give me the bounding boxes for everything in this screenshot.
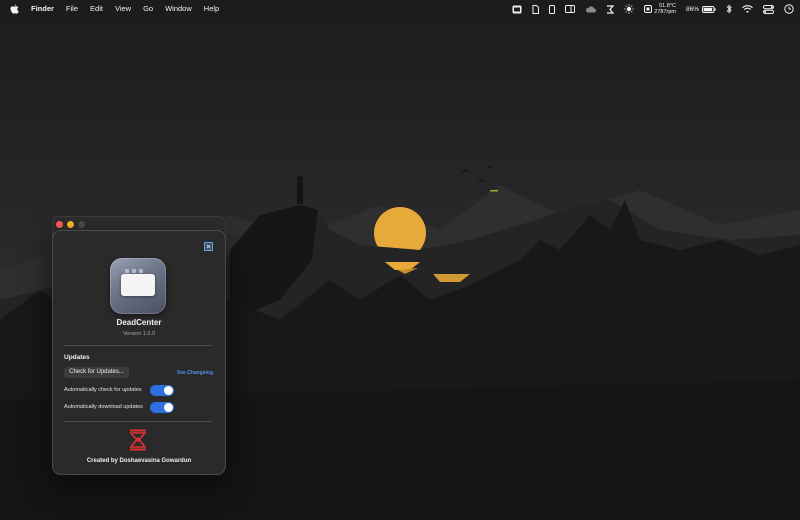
menu-bar: Finder File Edit View Go Window Help 51.…	[0, 0, 800, 18]
minimize-window-icon[interactable]	[67, 221, 74, 228]
control-center-icon[interactable]	[763, 4, 774, 14]
window-layout-icon[interactable]	[565, 5, 576, 13]
menu-go[interactable]: Go	[137, 0, 159, 18]
about-window: DeadCenter Version 1.0.0 Updates Check f…	[52, 230, 226, 475]
creator-credit: Created by Doshaevasina Gowardun	[86, 458, 192, 464]
sd-card-icon[interactable]	[532, 4, 540, 14]
divider-top	[64, 345, 212, 346]
bluetooth-icon[interactable]	[726, 4, 732, 14]
system-stats[interactable]: 51.8°C 2787rpm	[644, 3, 676, 15]
see-changelog-link[interactable]: See Changelog	[177, 370, 213, 376]
battery-icon	[702, 5, 716, 13]
auto-check-label: Automatically check for updates	[64, 387, 142, 393]
app-icon	[110, 258, 166, 314]
app-version: Version 1.0.0	[122, 331, 156, 337]
creator-logo-icon	[129, 429, 147, 451]
wifi-icon[interactable]	[742, 5, 753, 13]
battery-percent: 86%	[685, 5, 699, 13]
menu-edit[interactable]: Edit	[84, 0, 109, 18]
fan-speed: 2787rpm	[654, 9, 676, 15]
apple-menu-icon[interactable]	[9, 4, 19, 14]
menu-window[interactable]: Window	[159, 0, 198, 18]
zoom-window-icon[interactable]	[78, 221, 85, 228]
app-name: DeadCenter	[116, 318, 162, 327]
updates-heading: Updates	[64, 354, 90, 361]
close-window-icon[interactable]	[56, 221, 63, 228]
close-icon[interactable]	[204, 242, 213, 251]
clock-icon[interactable]	[784, 4, 794, 14]
menu-help[interactable]: Help	[198, 0, 225, 18]
auto-download-toggle[interactable]	[150, 402, 174, 413]
app-status-icon[interactable]	[606, 4, 615, 14]
menu-view[interactable]: View	[109, 0, 137, 18]
auto-check-toggle[interactable]	[150, 385, 174, 396]
check-for-updates-button[interactable]: Check for Updates...	[64, 367, 129, 378]
menu-file[interactable]: File	[60, 0, 84, 18]
screen-mirroring-icon[interactable]	[512, 5, 522, 14]
auto-download-label: Automatically download updates	[64, 404, 143, 410]
cloud-icon[interactable]	[585, 5, 597, 13]
phone-icon[interactable]	[549, 4, 556, 14]
brightness-icon[interactable]	[624, 4, 634, 14]
divider-bottom	[64, 421, 212, 422]
menu-finder[interactable]: Finder	[25, 0, 60, 18]
battery-status[interactable]: 86%	[685, 5, 716, 13]
